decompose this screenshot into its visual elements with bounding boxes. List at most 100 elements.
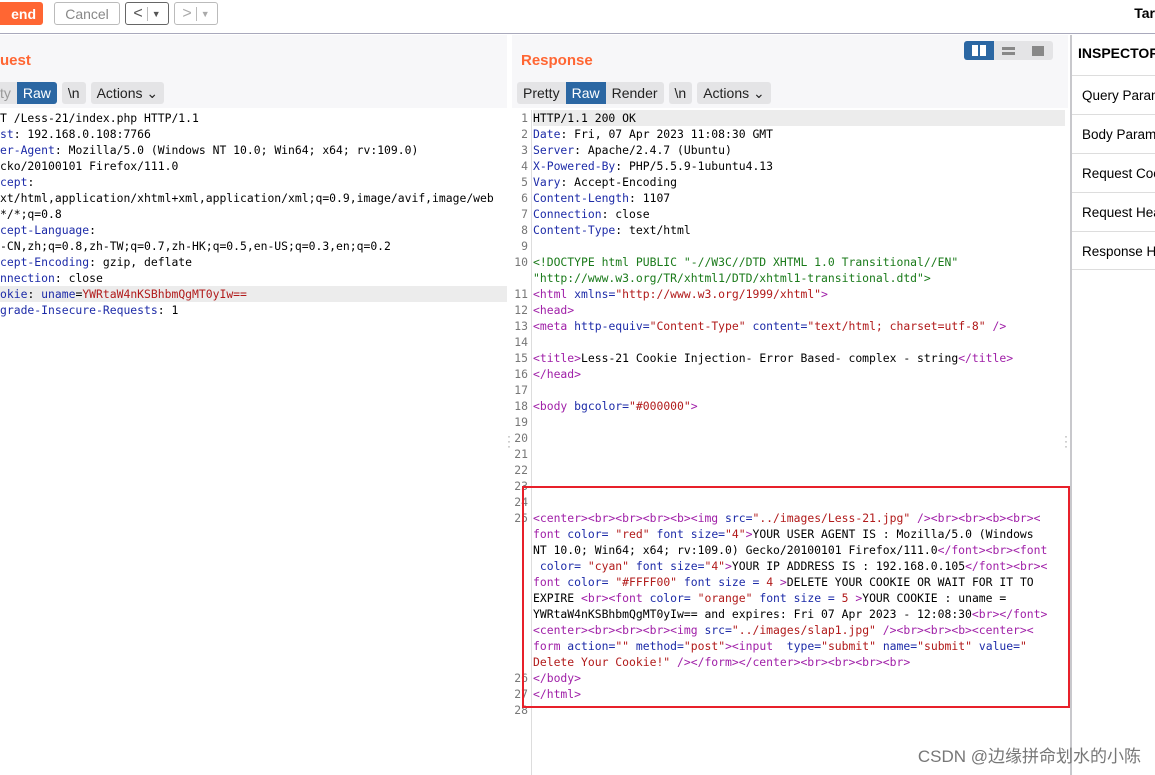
code-token: st [0, 127, 14, 141]
code-token: "#000000" [629, 399, 691, 413]
line-number: 3 [521, 143, 528, 157]
code-token: bgcolor= [574, 399, 630, 413]
code-token: Content-Type [533, 223, 616, 237]
inspector-response-headers[interactable]: Response Headers [1072, 231, 1155, 270]
code-line: Date: Fri, 07 Apr 2023 11:08:30 GMT [533, 126, 1065, 142]
inspector-request-headers[interactable]: Request Headers [1072, 192, 1155, 231]
line-number: 12 [514, 303, 528, 317]
actions-menu[interactable]: Actions ⌄ [697, 82, 771, 104]
code-line: xt/html,application/xhtml+xml,applicatio… [0, 190, 507, 206]
code-token: <!DOCTYPE html PUBLIC "-//W3C//DTD XHTML… [533, 255, 959, 269]
chevron-down-icon[interactable]: ▼ [152, 9, 161, 19]
code-token: "Content-Type" [649, 319, 746, 333]
code-line: nnection: close [0, 270, 507, 286]
inspector-request-cookies[interactable]: Request Cookies [1072, 153, 1155, 192]
line-number: 13 [514, 319, 528, 333]
layout-toggle [964, 41, 1053, 60]
newline-toggle[interactable]: \n [669, 82, 693, 104]
code-token: cept-Encoding [0, 255, 90, 269]
code-token: <title> [533, 351, 582, 365]
actions-label: Actions [703, 85, 750, 101]
code-token: xmlns= [574, 287, 616, 301]
code-line: T /Less-21/index.php HTTP/1.1 [0, 110, 507, 126]
cancel-button[interactable]: Cancel [54, 2, 120, 25]
send-button[interactable]: end [0, 2, 43, 25]
single-view-button[interactable] [1023, 41, 1053, 60]
code-line: Server: Apache/2.4.7 (Ubuntu) [533, 142, 1065, 158]
code-line: <title>Less-21 Cookie Injection- Error B… [533, 350, 1065, 366]
code-token: Date [533, 127, 561, 141]
code-token: : Mozilla/5.0 (Windows NT 10.0; Win64; x… [54, 143, 419, 157]
code-token: T /Less-21/index.php HTTP/1.1 [0, 111, 199, 125]
code-token: : Accept-Encoding [560, 175, 678, 189]
tab-render[interactable]: Render [606, 82, 664, 104]
line-number: 11 [514, 287, 528, 301]
code-token: : text/html [615, 223, 691, 237]
code-token: Content-Length [533, 191, 630, 205]
line-number: 8 [521, 223, 528, 237]
actions-label: Actions [96, 85, 143, 101]
code-token: HTTP/1.1 200 OK [533, 111, 636, 125]
inspector-body-parameters[interactable]: Body Parameters [1072, 114, 1155, 153]
code-line: grade-Insecure-Requests: 1 [0, 302, 507, 318]
code-token: : [89, 223, 97, 237]
request-editor[interactable]: T /Less-21/index.php HTTP/1.1 st: 192.168… [0, 110, 507, 318]
code-token: nnection [0, 271, 55, 285]
code-token: : close [54, 271, 103, 285]
chevron-down-icon[interactable]: ▼ [201, 9, 210, 19]
code-token: Connection [533, 207, 602, 221]
code-token: <head> [533, 303, 575, 317]
actions-menu[interactable]: Actions ⌄ [91, 82, 165, 104]
line-number: 5 [521, 175, 528, 189]
code-token: : 192.168.0.108:7766 [13, 127, 151, 141]
code-line: cko/20100101 Firefox/111.0 [0, 158, 507, 174]
back-button[interactable]: < ▼ [125, 2, 169, 25]
target-label[interactable]: Tar [1134, 5, 1155, 21]
code-token: X-Powered-By [533, 159, 616, 173]
highlight-annotation-box [522, 486, 1070, 708]
watermark: CSDN @边缘拼命划水的小陈 [917, 747, 1141, 766]
chevron-down-icon: ⌄ [146, 85, 159, 101]
code-token: > [690, 399, 698, 413]
forward-button[interactable]: > ▼ [174, 2, 218, 25]
code-token: /> [985, 319, 1007, 333]
code-line: cept-Encoding: gzip, deflate [0, 254, 507, 270]
line-number: 22 [514, 463, 528, 477]
code-token: YWRtaW4nKSBhbmQgMT0yIw== [82, 287, 247, 301]
split-vertical-view-button[interactable] [994, 41, 1024, 60]
code-line: </head> [533, 366, 1065, 382]
chevron-down-icon: ⌄ [753, 85, 765, 101]
line-number: 19 [514, 415, 528, 429]
code-token: : Apache/2.4.7 (Ubuntu) [574, 143, 732, 157]
code-token: </title> [958, 351, 1014, 365]
line-number: 10 [514, 255, 528, 269]
code-line: okie: uname=YWRtaW4nKSBhbmQgMT0yIw== [0, 286, 507, 302]
tab-raw[interactable]: Raw [565, 82, 606, 104]
code-line: er-Agent: Mozilla/5.0 (Windows NT 10.0; … [0, 142, 507, 158]
code-line: "http://www.w3.org/TR/xhtml1/DTD/xhtml1-… [533, 270, 1065, 286]
code-token: "http://www.w3.org/TR/xhtml1/DTD/xhtml1-… [533, 271, 931, 285]
code-token: cept-Language [0, 223, 90, 237]
line-number: 9 [521, 239, 528, 253]
code-line: <body bgcolor="#000000"> [533, 398, 1065, 414]
code-token: okie [0, 287, 28, 301]
resize-handle[interactable]: · · · [1064, 430, 1068, 452]
split-horizontal-view-button[interactable] [964, 41, 994, 60]
request-title: uest [0, 52, 31, 69]
code-token: xt/html,application/xhtml+xml,applicatio… [0, 191, 494, 205]
code-line: Connection: close [533, 206, 1065, 222]
line-number: 21 [514, 447, 528, 461]
code-line: X-Powered-By: PHP/5.5.9-1ubuntu4.13 [533, 158, 1065, 174]
tab-pretty[interactable]: Pretty [517, 82, 566, 104]
top-toolbar: end Cancel < ▼ > ▼ Tar [0, 0, 1155, 34]
code-line: st: 192.168.0.108:7766 [0, 126, 507, 142]
newline-toggle[interactable]: \n [62, 82, 86, 104]
tab-raw[interactable]: Raw [16, 82, 57, 104]
code-line: */*;q=0.8 [0, 206, 507, 222]
code-token: grade-Insecure-Requests [0, 303, 158, 317]
inspector-query-parameters[interactable]: Query Parameters [1072, 75, 1155, 114]
tab-pretty[interactable]: ty [0, 82, 17, 104]
